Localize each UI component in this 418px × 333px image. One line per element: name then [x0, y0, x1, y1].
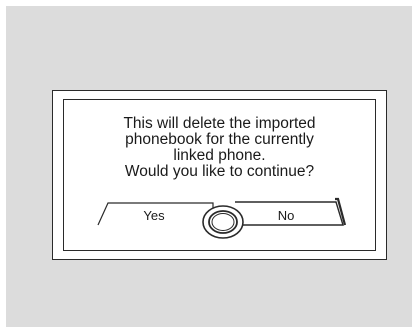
- yes-button-label: Yes: [143, 208, 165, 223]
- no-button-label: No: [277, 208, 295, 223]
- buttons-graphic: [97, 197, 347, 239]
- confirm-dialog: This will delete the imported phonebook …: [52, 90, 387, 260]
- screen-panel: This will delete the imported phonebook …: [6, 6, 412, 327]
- confirm-dialog-frame: This will delete the imported phonebook …: [63, 99, 376, 251]
- dialog-controls: Yes No: [64, 100, 377, 252]
- selector-knob-icon[interactable]: [202, 205, 244, 239]
